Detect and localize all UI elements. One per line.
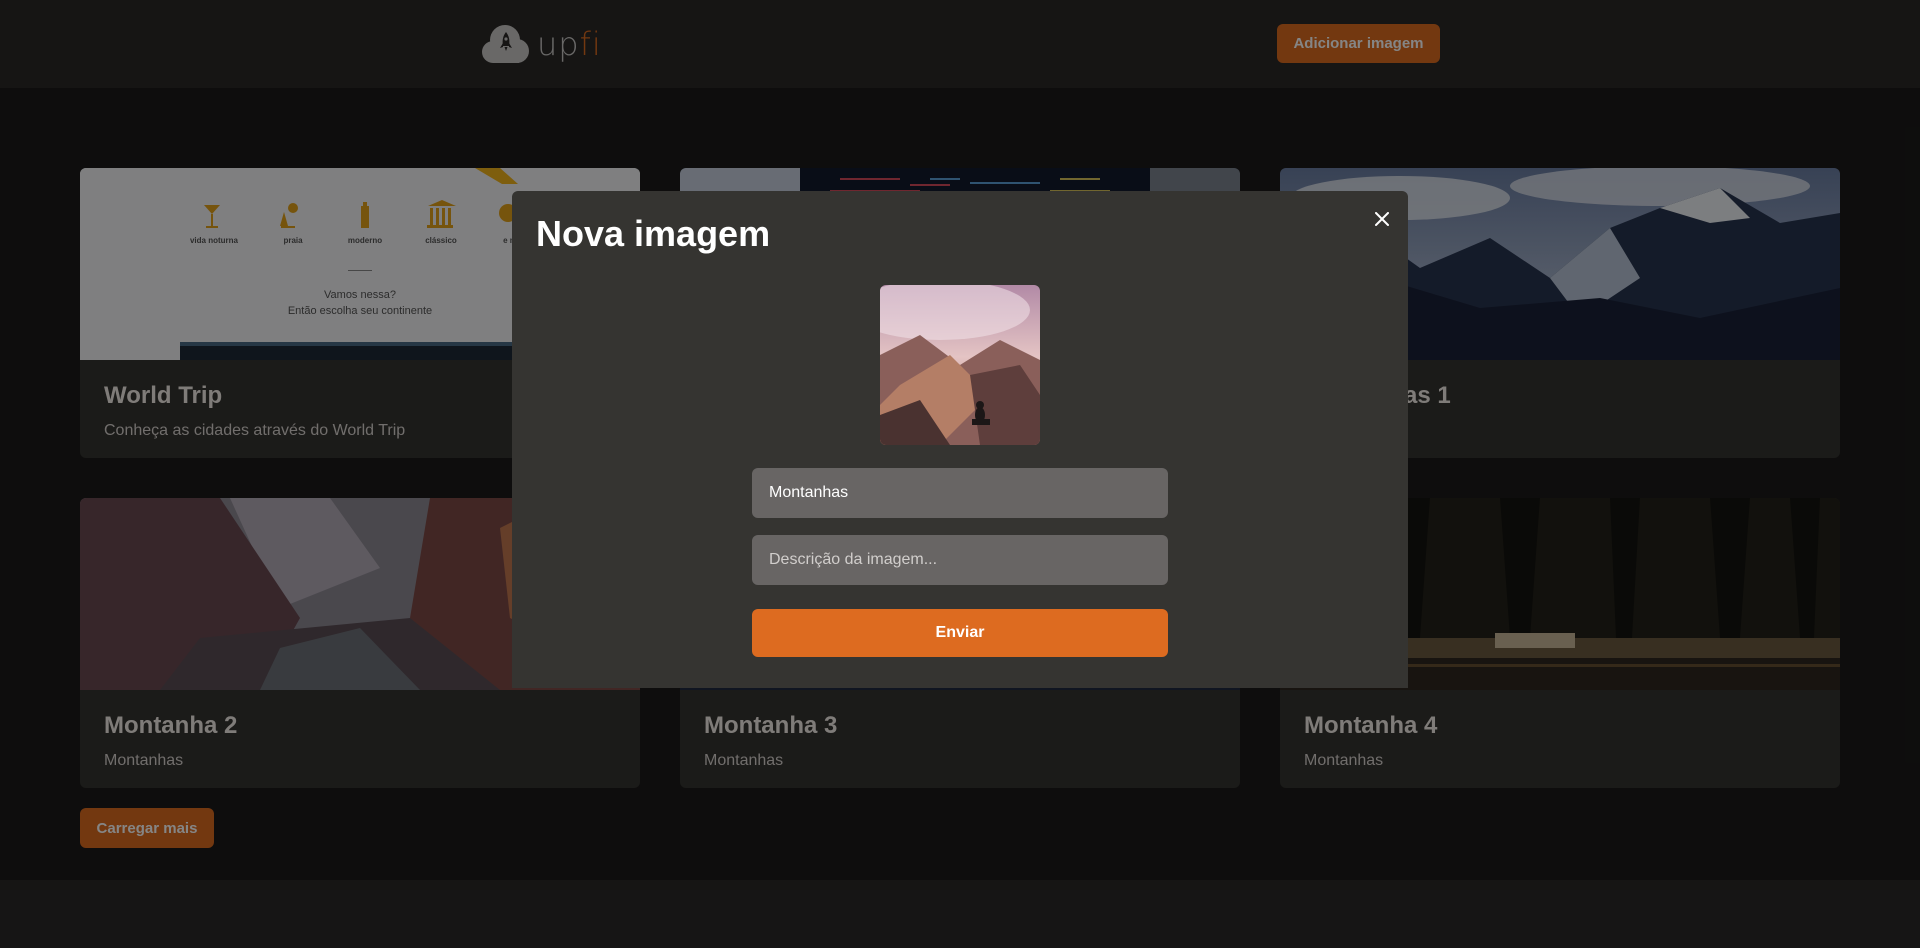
- new-image-modal: Nova imagem Montanhas Descrição da image…: [512, 191, 1408, 688]
- image-preview[interactable]: [880, 285, 1040, 445]
- close-modal-button[interactable]: [1368, 205, 1396, 233]
- modal-title: Nova imagem: [536, 213, 771, 254]
- submit-button[interactable]: Enviar: [752, 609, 1168, 657]
- app-page: upfi Adicionar imagem vida noturna praia…: [0, 0, 1920, 948]
- close-icon: [1375, 212, 1389, 226]
- image-title-input[interactable]: [752, 468, 1168, 518]
- image-description-input[interactable]: [752, 535, 1168, 585]
